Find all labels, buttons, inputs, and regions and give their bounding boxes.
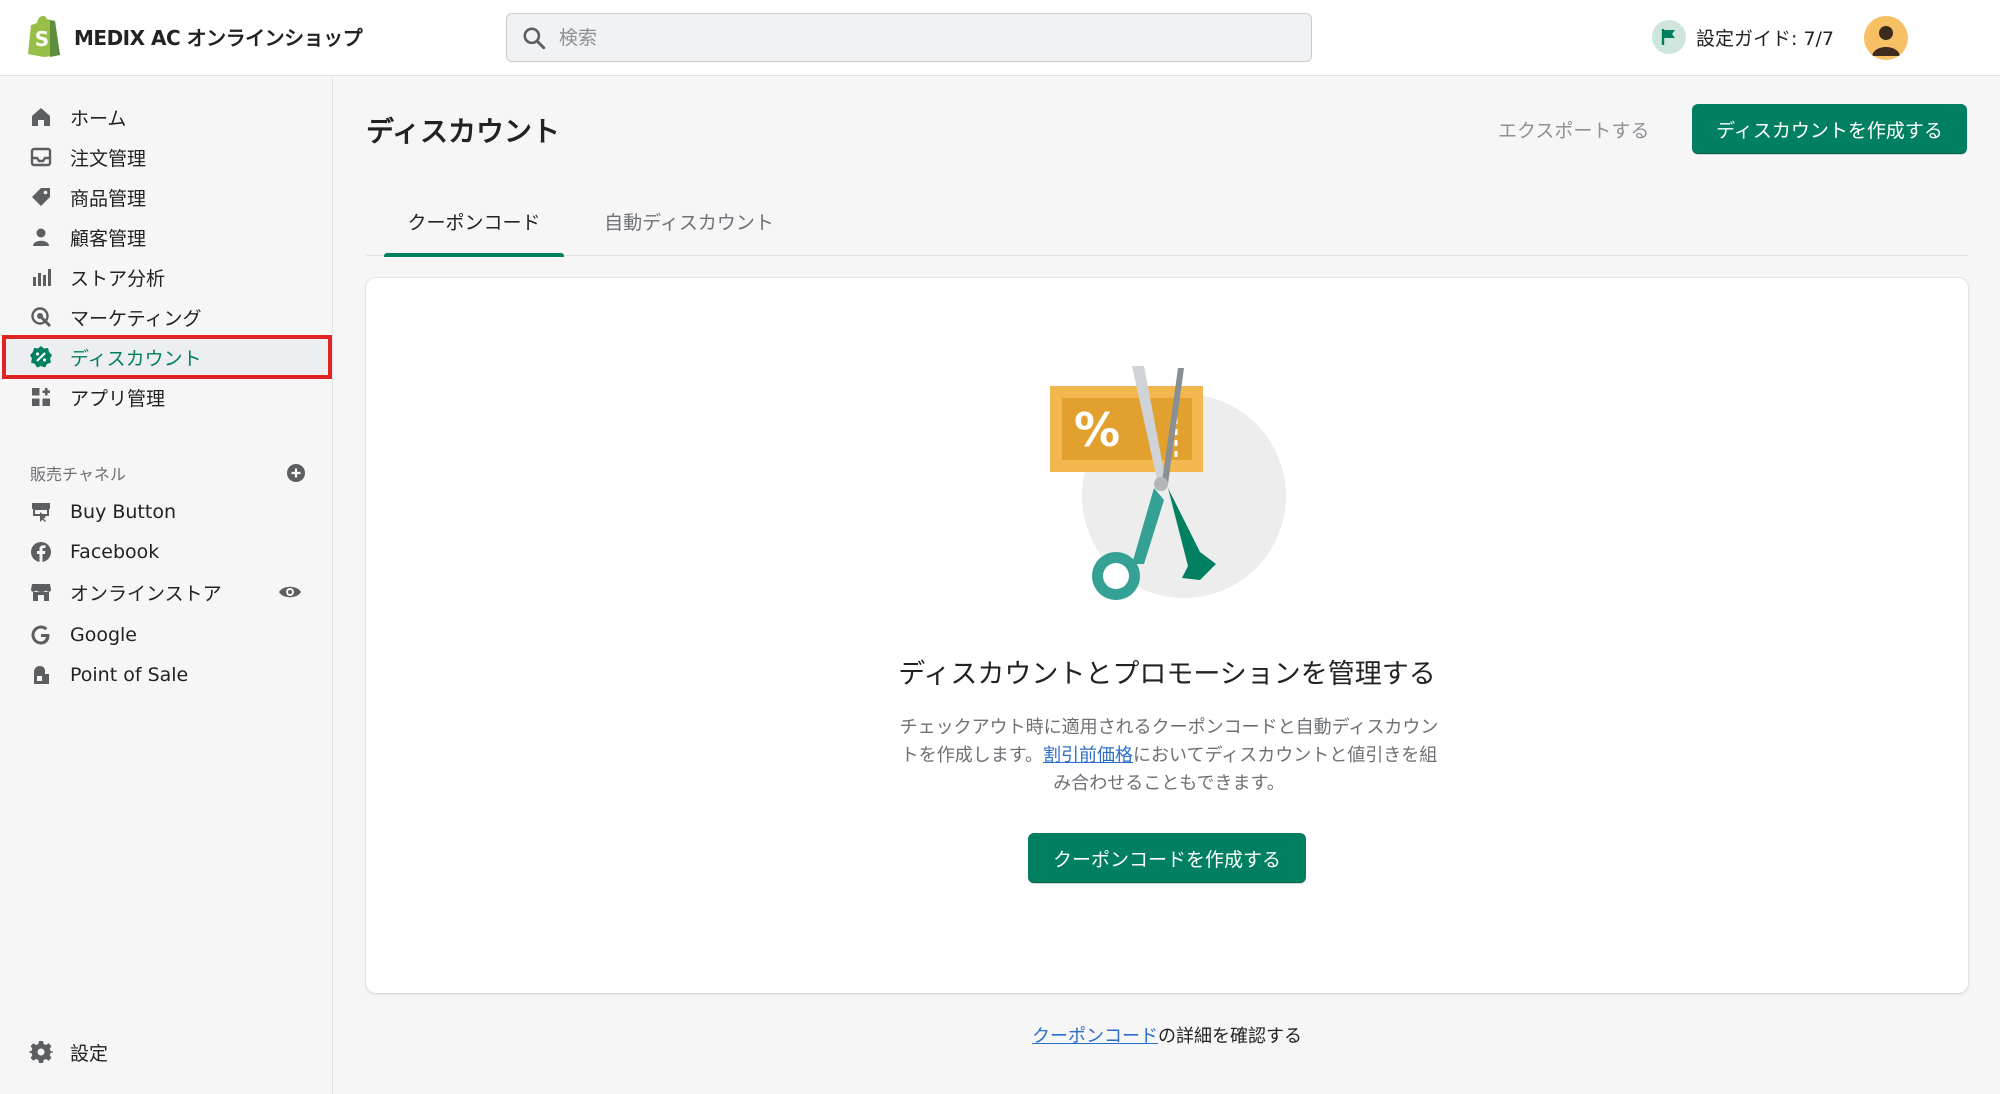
sidebar-item-label: Point of Sale (70, 664, 189, 686)
tab-automatic-discount[interactable]: 自動ディスカウント (584, 186, 794, 256)
sidebar-item-label: ストア分析 (70, 267, 166, 290)
discount-icon (28, 344, 54, 370)
person-icon (28, 224, 54, 250)
sidebar-item-label: ホーム (70, 107, 127, 130)
avatar[interactable] (1864, 16, 1908, 60)
buy-button-icon (28, 499, 54, 525)
sidebar-item-label: ディスカウント (70, 347, 202, 370)
eye-icon[interactable] (278, 580, 302, 608)
sidebar-item-label: Buy Button (70, 501, 177, 523)
sidebar-item-home[interactable]: ホーム (4, 97, 330, 137)
sidebar-item-label: 顧客管理 (70, 227, 147, 250)
home-icon (28, 104, 54, 130)
sidebar-item-settings[interactable]: 設定 (4, 1032, 330, 1072)
footer-help-text: クーポンコードの詳細を確認する (366, 1022, 1968, 1048)
sidebar-item-apps[interactable]: アプリ管理 (4, 377, 330, 417)
setup-guide[interactable]: 設定ガイド: 7/7 (1652, 20, 1834, 54)
page-title: ディスカウント (366, 115, 561, 148)
apps-icon (28, 384, 54, 410)
setup-guide-label: 設定ガイド: 7/7 (1696, 27, 1835, 50)
sidebar-item-label: 設定 (70, 1042, 109, 1065)
search-input[interactable] (559, 26, 1259, 49)
sidebar-item-customers[interactable]: 顧客管理 (4, 217, 330, 257)
sidebar-item-label: 注文管理 (70, 147, 147, 170)
flag-icon (1652, 20, 1686, 54)
empty-state-card: % ディスカウントとプロモーションを管理する チェックアウト時に適用されるクーポ… (366, 278, 1968, 993)
empty-state-heading: ディスカウントとプロモーションを管理する (898, 659, 1436, 690)
facebook-icon (28, 539, 54, 565)
top-bar: S MEDIX AC オンラインショップ 設定ガイド: 7/7 (0, 0, 2000, 76)
sales-channels-header: 販売チャネル (30, 461, 306, 485)
google-icon (28, 622, 54, 648)
empty-state-description: チェックアウト時に適用されるクーポンコードと自動ディスカウントを作成します。割引… (896, 714, 1442, 798)
shopify-logo-icon: S (28, 16, 60, 57)
sidebar-item-google[interactable]: Google (4, 615, 330, 655)
sidebar-item-label: マーケティング (70, 307, 202, 330)
search-bar[interactable] (506, 13, 1312, 62)
tab-coupon-code[interactable]: クーポンコード (384, 186, 564, 257)
store-icon (28, 579, 54, 605)
coupon-scissors-illustration-icon: % (1050, 366, 1286, 600)
store-name: MEDIX AC オンラインショップ (74, 25, 363, 50)
user-icon (1872, 26, 1900, 56)
create-coupon-code-button[interactable]: クーポンコードを作成する (1028, 833, 1306, 883)
footer-help-suffix: の詳細を確認する (1158, 1026, 1302, 1047)
sidebar-item-marketing[interactable]: マーケティング (4, 297, 330, 337)
create-discount-button[interactable]: ディスカウントを作成する (1692, 104, 1967, 154)
inbox-icon (28, 144, 54, 170)
sidebar-item-online-store[interactable]: オンラインストア (4, 572, 330, 612)
store-brand[interactable]: S MEDIX AC オンラインショップ (26, 15, 363, 57)
sidebar: ホーム 注文管理 商品管理 顧客管理 ストア分析 マーケティング ディスカウント… (0, 77, 333, 1094)
compare-at-price-link[interactable]: 割引前価格 (1043, 745, 1133, 766)
sidebar-item-label: オンラインストア (70, 582, 222, 605)
export-button[interactable]: エクスポートする (1498, 116, 1649, 143)
sales-channels-title: 販売チャネル (30, 465, 126, 484)
sidebar-item-orders[interactable]: 注文管理 (4, 137, 330, 177)
sidebar-item-buy-button[interactable]: Buy Button (4, 492, 330, 532)
sidebar-item-point-of-sale[interactable]: Point of Sale (4, 655, 330, 695)
bar-chart-icon (28, 264, 54, 290)
target-icon (28, 304, 54, 330)
sidebar-item-label: 商品管理 (70, 187, 147, 210)
sidebar-item-facebook[interactable]: Facebook (4, 532, 330, 572)
sidebar-item-analytics[interactable]: ストア分析 (4, 257, 330, 297)
coupon-code-help-link[interactable]: クーポンコード (1032, 1026, 1158, 1047)
sidebar-item-products[interactable]: 商品管理 (4, 177, 330, 217)
search-icon (523, 26, 546, 49)
sidebar-item-discounts[interactable]: ディスカウント (2, 335, 332, 379)
gear-icon (28, 1039, 54, 1065)
sidebar-item-label: Google (70, 624, 138, 646)
tag-icon (28, 184, 54, 210)
pos-icon (28, 662, 54, 688)
add-channel-icon[interactable] (286, 463, 306, 483)
sidebar-item-label: Facebook (70, 541, 160, 563)
sidebar-item-label: アプリ管理 (70, 387, 166, 410)
discount-tabs: クーポンコード 自動ディスカウント (366, 186, 1968, 257)
svg-text:%: % (1074, 403, 1120, 457)
svg-text:S: S (35, 27, 49, 51)
